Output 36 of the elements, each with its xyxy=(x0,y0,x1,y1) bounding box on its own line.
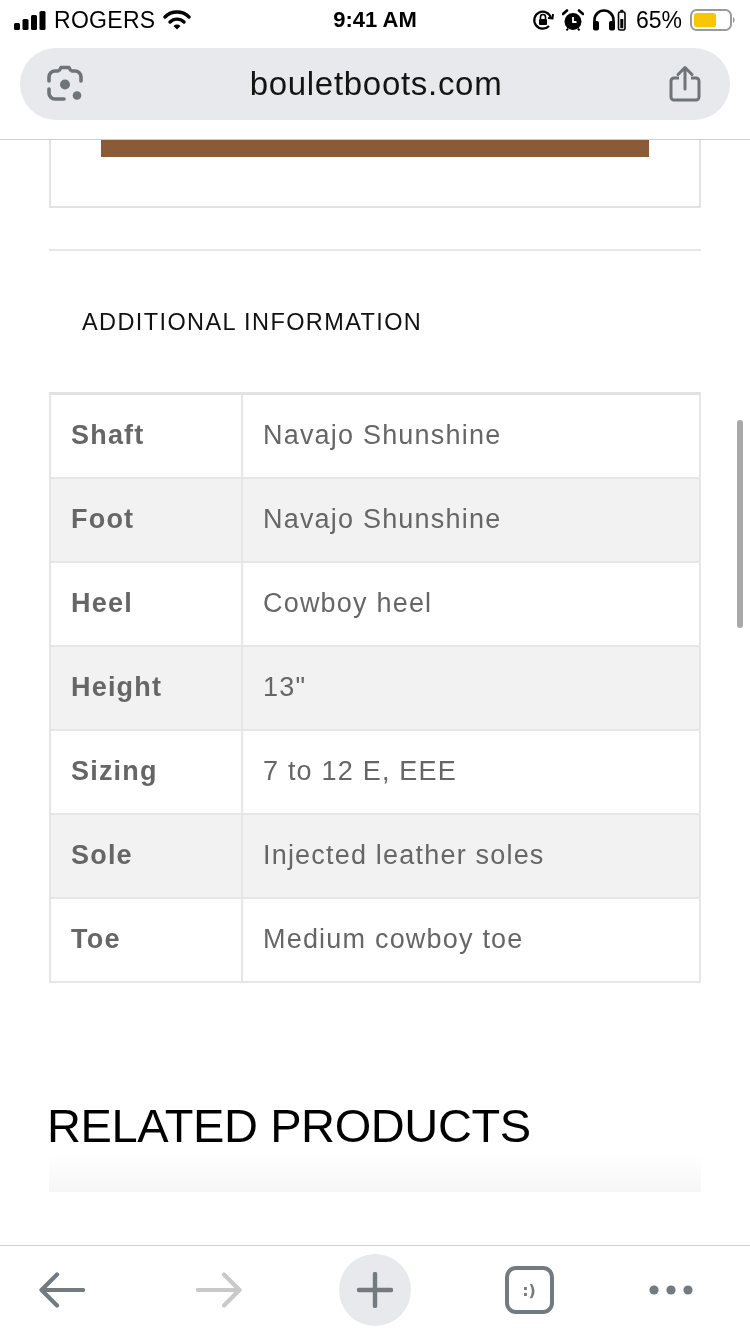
attribute-value-cell: 7 to 12 E, EEE xyxy=(242,729,700,814)
section-title: RELATED PRODUCTS xyxy=(47,1097,532,1154)
back-arrow-icon xyxy=(39,1272,85,1308)
status-time: 9:41 AM xyxy=(333,7,417,33)
more-dots-icon xyxy=(649,1285,693,1295)
share-icon[interactable] xyxy=(668,65,702,103)
attribute-name-cell: Sole xyxy=(50,813,242,898)
battery-percent: 65% xyxy=(635,6,682,34)
attribute-value-cell: 13" xyxy=(242,645,700,730)
plus-icon xyxy=(357,1272,393,1308)
carrier-name: ROGERS xyxy=(54,6,156,34)
attribute-name-cell: Toe xyxy=(50,897,242,982)
attribute-name-cell: Foot xyxy=(50,477,242,562)
rotation-lock-icon xyxy=(531,9,554,31)
more-button[interactable] xyxy=(649,1285,693,1295)
address-bar[interactable]: bouletboots.com xyxy=(20,48,730,120)
attribute-name-cell: Shaft xyxy=(50,393,242,478)
attribute-value-cell: Cowboy heel xyxy=(242,561,700,646)
attribute-value-cell: Navajo Shunshine xyxy=(242,477,700,562)
back-button[interactable] xyxy=(39,1272,85,1308)
attribute-value-cell: Medium cowboy toe xyxy=(242,897,700,982)
forward-arrow-icon xyxy=(196,1272,242,1308)
attribute-name-cell: Sizing xyxy=(50,729,242,814)
attribute-name-cell: Height xyxy=(50,645,242,730)
headphones-icon xyxy=(591,9,626,31)
attribute-value-cell: Injected leather soles xyxy=(242,813,700,898)
battery-icon xyxy=(690,9,736,31)
attribute-name-cell: Heel xyxy=(50,561,242,646)
signal-icon xyxy=(14,10,46,30)
section-title: ADDITIONAL INFORMATION xyxy=(82,308,424,336)
tab-switcher-button[interactable]: :) xyxy=(504,1266,554,1314)
url-text: bouletboots.com xyxy=(248,65,504,103)
alarm-clock-icon xyxy=(561,8,584,32)
wifi-icon xyxy=(163,10,192,30)
camera-search-icon[interactable] xyxy=(46,65,84,103)
attribute-value-cell: Navajo Shunshine xyxy=(242,393,700,478)
